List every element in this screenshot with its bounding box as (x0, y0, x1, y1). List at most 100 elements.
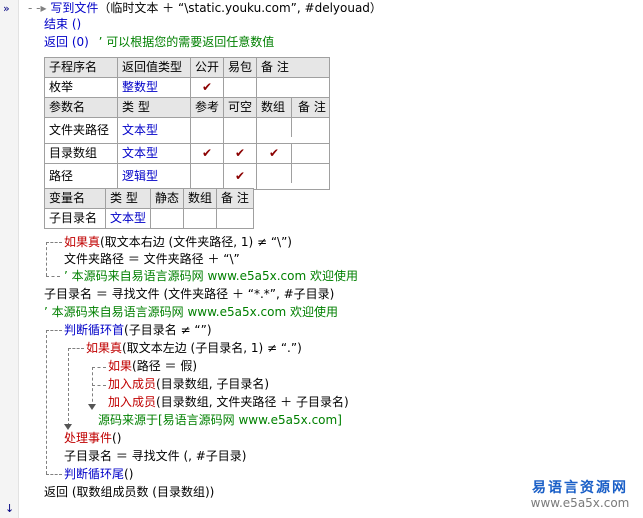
param-name-cell[interactable]: 路径 (44, 163, 118, 190)
public-check-icon[interactable]: ✔ (189, 77, 225, 98)
header-param-remark: 备 注 (298, 100, 326, 114)
param-name-cell[interactable]: 目录数组 (44, 143, 118, 164)
table-row[interactable]: 目录数组 文本型 ✔ ✔ ✔ (44, 143, 331, 164)
if-true-keyword: 如果真 (86, 341, 123, 355)
watermark: 易语言资源网 www.e5a5x.com (520, 480, 640, 510)
return-statement: 返回 (0) (44, 35, 89, 49)
subroutine-name-cell[interactable]: 枚举 (44, 77, 118, 98)
header-var-remark: 备 注 (216, 188, 255, 209)
do-events-keyword: 处理事件 (64, 431, 113, 445)
var-array-cell[interactable] (183, 208, 218, 229)
table-row[interactable]: 枚举 整数型 ✔ (44, 77, 331, 98)
header-reference: 参考 (189, 97, 225, 118)
header-static: 静态 (150, 188, 185, 209)
code-line-return-count[interactable]: 返回 (取数组成员数 (目录数组)) (44, 484, 214, 500)
table-row[interactable]: 路径 逻辑型 ✔ (44, 163, 331, 190)
do-events-args: () (112, 431, 122, 445)
nullable-check-icon[interactable]: ✔ (223, 143, 258, 164)
if-condition: (路径 ＝ 假) (132, 359, 198, 373)
easy-package-cell[interactable] (223, 77, 258, 98)
write-file-keyword: 写到文件 (50, 1, 99, 15)
code-line-add-member-path[interactable]: 加入成员(目录数组, 文件夹路径 ＋ 子目录名) (108, 394, 349, 410)
variable-header-row: 变量名 类 型 静态 数组 备 注 (44, 188, 255, 209)
table-row[interactable]: 文件夹路径 文本型 (44, 117, 331, 144)
header-array-remark: 数组备 注 (256, 97, 331, 118)
code-editor[interactable]: - -▸ 写到文件（临时文本 ＋ “\static.youku.com”, #d… (0, 0, 643, 518)
flow-connector (46, 242, 62, 243)
flow-connector (46, 474, 62, 475)
loop-end-args: () (124, 467, 134, 481)
if-true-condition: (取文本右边 (文件夹路径, 1) ≠ “\”) (100, 235, 292, 249)
code-comment-source[interactable]: ’ 本源码来自易语言源码网 www.e5a5x.com 欢迎使用 (44, 304, 338, 320)
reference-cell[interactable] (189, 117, 225, 144)
code-line-loop-start[interactable]: 判断循环首(子目录名 ≠ “”) (64, 322, 212, 338)
flow-connector (92, 367, 106, 368)
variable-type-cell[interactable]: 文本型 (104, 208, 152, 229)
variable-table: 变量名 类 型 静态 数组 备 注 子目录名 文本型 (44, 188, 255, 229)
header-subroutine-name: 子程序名 (44, 57, 118, 78)
loop-start-keyword: 判断循环首 (64, 323, 125, 337)
flow-connector (46, 330, 47, 474)
array-check-icon[interactable]: ✔ (257, 144, 293, 163)
header-remark: 备 注 (256, 57, 331, 78)
return-comment: ’ 可以根据您的需要返回任意数值 (98, 35, 275, 49)
param-type-cell[interactable]: 文本型 (117, 117, 191, 144)
array-remark-cell[interactable] (256, 117, 331, 144)
if-keyword: 如果 (108, 359, 133, 373)
code-line-append-slash[interactable]: 文件夹路径 ＝ 文件夹路径 ＋ “\” (64, 251, 240, 267)
code-line-if-true[interactable]: 如果真(取文本右边 (文件夹路径, 1) ≠ “\”) (64, 234, 292, 250)
code-line-find-next[interactable]: 子目录名 ＝ 寻找文件 (, #子目录) (64, 448, 247, 464)
param-name-cell[interactable]: 文件夹路径 (44, 117, 118, 144)
flow-connector (46, 242, 47, 276)
code-line-find-file[interactable]: 子目录名 ＝ 寻找文件 (文件夹路径 ＋ “*.*”, #子目录) (44, 286, 334, 302)
reference-cell[interactable] (189, 163, 225, 190)
return-type-cell[interactable]: 整数型 (117, 77, 191, 98)
write-file-args: （临时文本 ＋ “\static.youku.com”, #delyouad） (98, 1, 382, 15)
if-true-condition: (取文本左边 (子目录名, 1) ≠ “.”) (122, 341, 302, 355)
subroutine-header-row: 子程序名 返回值类型 公开 易包 备 注 (44, 57, 331, 78)
table-row[interactable]: 子目录名 文本型 (44, 208, 255, 229)
code-line-return[interactable]: 返回 (0) ’ 可以根据您的需要返回任意数值 (44, 34, 274, 50)
code-line-if[interactable]: 如果(路径 ＝ 假) (108, 358, 197, 374)
code-line-write-file[interactable]: - -▸ 写到文件（临时文本 ＋ “\static.youku.com”, #d… (28, 0, 382, 16)
param-type-cell[interactable]: 逻辑型 (117, 163, 191, 190)
flow-connector (92, 367, 93, 407)
add-member-keyword: 加入成员 (108, 395, 157, 409)
header-param-name: 参数名 (44, 97, 118, 118)
array-remark-cell[interactable] (256, 163, 331, 190)
code-line-if-true-nested[interactable]: 如果真(取文本左边 (子目录名, 1) ≠ “.”) (86, 340, 302, 356)
code-line-do-events[interactable]: 处理事件() (64, 430, 121, 446)
header-variable-name: 变量名 (44, 188, 106, 209)
array-cell[interactable] (257, 118, 293, 137)
param-type-cell[interactable]: 文本型 (117, 143, 191, 164)
subroutine-table: 子程序名 返回值类型 公开 易包 备 注 枚举 整数型 ✔ 参数名 类 型 参考… (44, 57, 331, 190)
flow-connector (68, 348, 84, 349)
header-return-type: 返回值类型 (117, 57, 191, 78)
loop-end-keyword: 判断循环尾 (64, 467, 125, 481)
var-remark-cell[interactable] (216, 208, 255, 229)
variable-name-cell[interactable]: 子目录名 (44, 208, 106, 229)
header-param-type: 类 型 (117, 97, 191, 118)
array-cell[interactable] (257, 164, 293, 183)
header-nullable: 可空 (223, 97, 258, 118)
nullable-check-icon[interactable]: ✔ (223, 163, 258, 190)
nullable-cell[interactable] (223, 117, 258, 144)
array-remark-cell[interactable]: ✔ (256, 143, 331, 164)
flow-connector (46, 276, 60, 277)
reference-check-icon[interactable]: ✔ (189, 143, 225, 164)
header-public: 公开 (189, 57, 225, 78)
code-comment-source[interactable]: ’ 本源码来自易语言源码网 www.e5a5x.com 欢迎使用 (64, 268, 358, 284)
dotted-connector: - -▸ (28, 1, 47, 15)
header-variable-type: 类 型 (104, 188, 152, 209)
code-line-end[interactable]: 结束 () (44, 16, 81, 32)
static-cell[interactable] (150, 208, 185, 229)
flow-arrow-icon (88, 404, 96, 410)
flow-connector (46, 330, 62, 331)
code-line-add-member[interactable]: 加入成员(目录数组, 子目录名) (108, 376, 269, 392)
header-easy-package: 易包 (223, 57, 258, 78)
add-member-args: (目录数组, 文件夹路径 ＋ 子目录名) (156, 395, 349, 409)
remark-cell[interactable] (256, 77, 331, 98)
code-line-loop-end[interactable]: 判断循环尾() (64, 466, 133, 482)
code-comment-source[interactable]: 源码来源于[易语言源码网 www.e5a5x.com] (98, 412, 342, 428)
watermark-url: www.e5a5x.com (530, 496, 630, 510)
